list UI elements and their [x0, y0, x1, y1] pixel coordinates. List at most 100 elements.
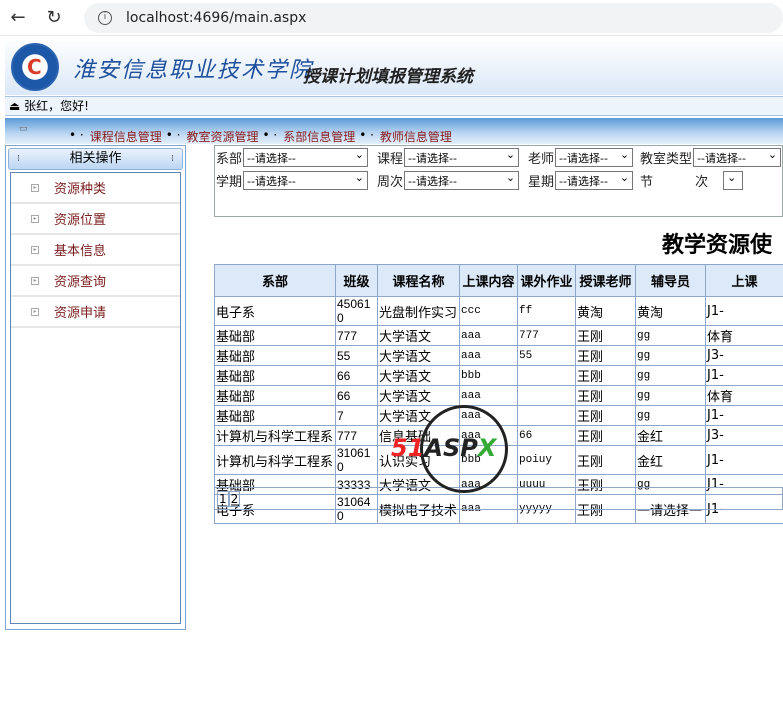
table-cell: 电子系	[214, 296, 336, 326]
table-cell: 55	[517, 345, 576, 366]
nav-item[interactable]: 课程信息管理	[90, 128, 162, 145]
pager: 12	[214, 487, 783, 510]
sidebar-item-label: 资源查询	[54, 275, 107, 290]
sidebar-item[interactable]: ▸ 资源位置	[11, 204, 180, 235]
table-cell: 黄淘	[575, 296, 636, 326]
table-row: 基础部 55 大学语文 aaa 55 王刚 gg J3-	[214, 345, 783, 366]
table-cell: 66	[335, 385, 378, 406]
home-icon[interactable]: ▭	[19, 124, 28, 134]
school-logo: C	[11, 43, 59, 91]
sidebar-item[interactable]: ▸ 资源查询	[11, 266, 180, 297]
table-cell: gg	[635, 345, 706, 366]
table-cell: 计算机与科学工程系	[214, 445, 336, 475]
section-input[interactable]	[723, 171, 744, 190]
select-value: --请选择--	[559, 151, 608, 165]
column-header[interactable]: 课程名称	[377, 264, 460, 297]
page-title: 教学资源使	[662, 233, 773, 258]
table-cell: 认识实习	[377, 445, 460, 475]
table-cell: 王刚	[575, 345, 636, 366]
column-header[interactable]: 上课	[705, 264, 783, 297]
table-cell: 体育	[705, 385, 783, 406]
table-cell: 大学语文	[377, 405, 460, 426]
filter-select[interactable]: --请选择--	[404, 148, 520, 167]
column-header[interactable]: 班级	[335, 264, 378, 297]
table-cell: 王刚	[575, 425, 636, 446]
table-cell: 大学语文	[377, 345, 460, 366]
sidebar-item[interactable]: ▸ 资源申请	[11, 297, 180, 328]
reload-icon[interactable]: ↻	[36, 7, 72, 28]
back-icon[interactable]: ←	[0, 7, 36, 28]
nav-item[interactable]: 教师信息管理	[380, 128, 452, 145]
user-icon: ⏏	[9, 99, 21, 113]
column-header[interactable]: 课外作业	[517, 264, 576, 297]
table-cell: 王刚	[575, 365, 636, 386]
browser-toolbar: ← ↻ i localhost:4696/main.aspx	[0, 0, 783, 36]
arrow-icon: ▸	[31, 276, 39, 285]
sidebar-header: ⁞ 相关操作 ⁞	[8, 148, 183, 170]
select-value: --请选择--	[408, 151, 457, 165]
table-cell: 大学语文	[377, 365, 460, 386]
column-header[interactable]: 辅导员	[635, 264, 706, 297]
table-cell: 王刚	[575, 325, 636, 346]
filter-select[interactable]: --请选择--	[555, 148, 634, 167]
sidebar-title: 相关操作	[69, 151, 122, 166]
table-cell: aaa	[459, 345, 518, 366]
table-cell: 7	[335, 405, 378, 426]
arrow-icon: ▸	[31, 183, 39, 192]
table-cell: 基础部	[214, 405, 336, 426]
filter-select[interactable]: --请选择--	[555, 171, 634, 190]
filter-select[interactable]: --请选择--	[243, 148, 369, 167]
table-cell: 450610	[335, 296, 378, 326]
table-cell: 55	[335, 345, 378, 366]
nav-item[interactable]: 系部信息管理	[283, 128, 355, 145]
nav-bullet: • ·	[359, 128, 374, 142]
table-cell: aaa	[459, 425, 518, 446]
table-cell: aaa	[459, 405, 518, 426]
filter-select[interactable]: --请选择--	[243, 171, 369, 190]
table-cell: 王刚	[575, 385, 636, 406]
table-cell: 777	[335, 425, 378, 446]
filter-label: 学期	[216, 175, 243, 190]
filter-label: 老师	[528, 152, 555, 167]
sidebar-item[interactable]: ▸ 资源种类	[11, 173, 180, 204]
resource-table: 系部 班级 课程名称 上课内容 课外作业 授课老师 辅导员 上课 电子系 450610 光盘制作实…	[214, 264, 783, 524]
filter-label: 次	[695, 175, 709, 190]
sidebar-item[interactable]: ▸ 基本信息	[11, 235, 180, 266]
nav-item[interactable]: 教室资源管理	[186, 128, 258, 145]
filter-label: 星期	[528, 175, 555, 190]
table-row: 基础部 7 大学语文 aaa 王刚 gg J1-	[214, 405, 783, 426]
table-cell: J1-	[705, 296, 783, 326]
sidebar-item-label: 资源种类	[54, 182, 107, 197]
sidebar: ⁞ 相关操作 ⁞ ▸ 资源种类 ▸ 资源位置 ▸ 基本信息 ▸ 资源查询 ▸ 资源申请	[5, 145, 186, 630]
table-cell: 777	[517, 325, 576, 346]
table-cell: 基础部	[214, 385, 336, 406]
page-link[interactable]: 1	[217, 491, 229, 507]
filter-label: 节	[640, 175, 654, 190]
table-cell: gg	[635, 325, 706, 346]
table-cell	[517, 365, 576, 386]
info-icon[interactable]: i	[98, 10, 112, 25]
table-row: 基础部 777 大学语文 aaa 777 王刚 gg 体育	[214, 325, 783, 346]
select-value: --请选择--	[247, 174, 296, 188]
table-cell: 黄淘	[635, 296, 706, 326]
table-cell: 777	[335, 325, 378, 346]
table-cell: 王刚	[575, 405, 636, 426]
table-cell: gg	[635, 405, 706, 426]
table-cell: ff	[517, 296, 576, 326]
table-row: 基础部 66 大学语文 aaa 王刚 gg 体育	[214, 385, 783, 406]
arrow-icon: ▸	[31, 245, 39, 254]
header-banner: C 淮安信息职业技术学院 授课计划填报管理系统	[5, 37, 783, 95]
filter-label: 周次	[377, 175, 404, 190]
column-header[interactable]: 授课老师	[575, 264, 636, 297]
page-link[interactable]: 2	[228, 491, 241, 507]
table-cell: 金红	[635, 425, 706, 446]
arrow-icon: ▸	[31, 307, 39, 316]
address-bar[interactable]: i localhost:4696/main.aspx	[84, 2, 783, 33]
table-row: 计算机与科学工程系 310610 认识实习 bbb poiuy 王刚 金红 J1-	[214, 445, 783, 475]
table-cell	[517, 405, 576, 426]
url-text: localhost:4696/main.aspx	[126, 9, 307, 26]
filter-select[interactable]: --请选择--	[404, 171, 520, 190]
filter-select[interactable]: --请选择--	[693, 148, 782, 167]
column-header[interactable]: 系部	[214, 264, 336, 297]
column-header[interactable]: 上课内容	[459, 264, 518, 297]
